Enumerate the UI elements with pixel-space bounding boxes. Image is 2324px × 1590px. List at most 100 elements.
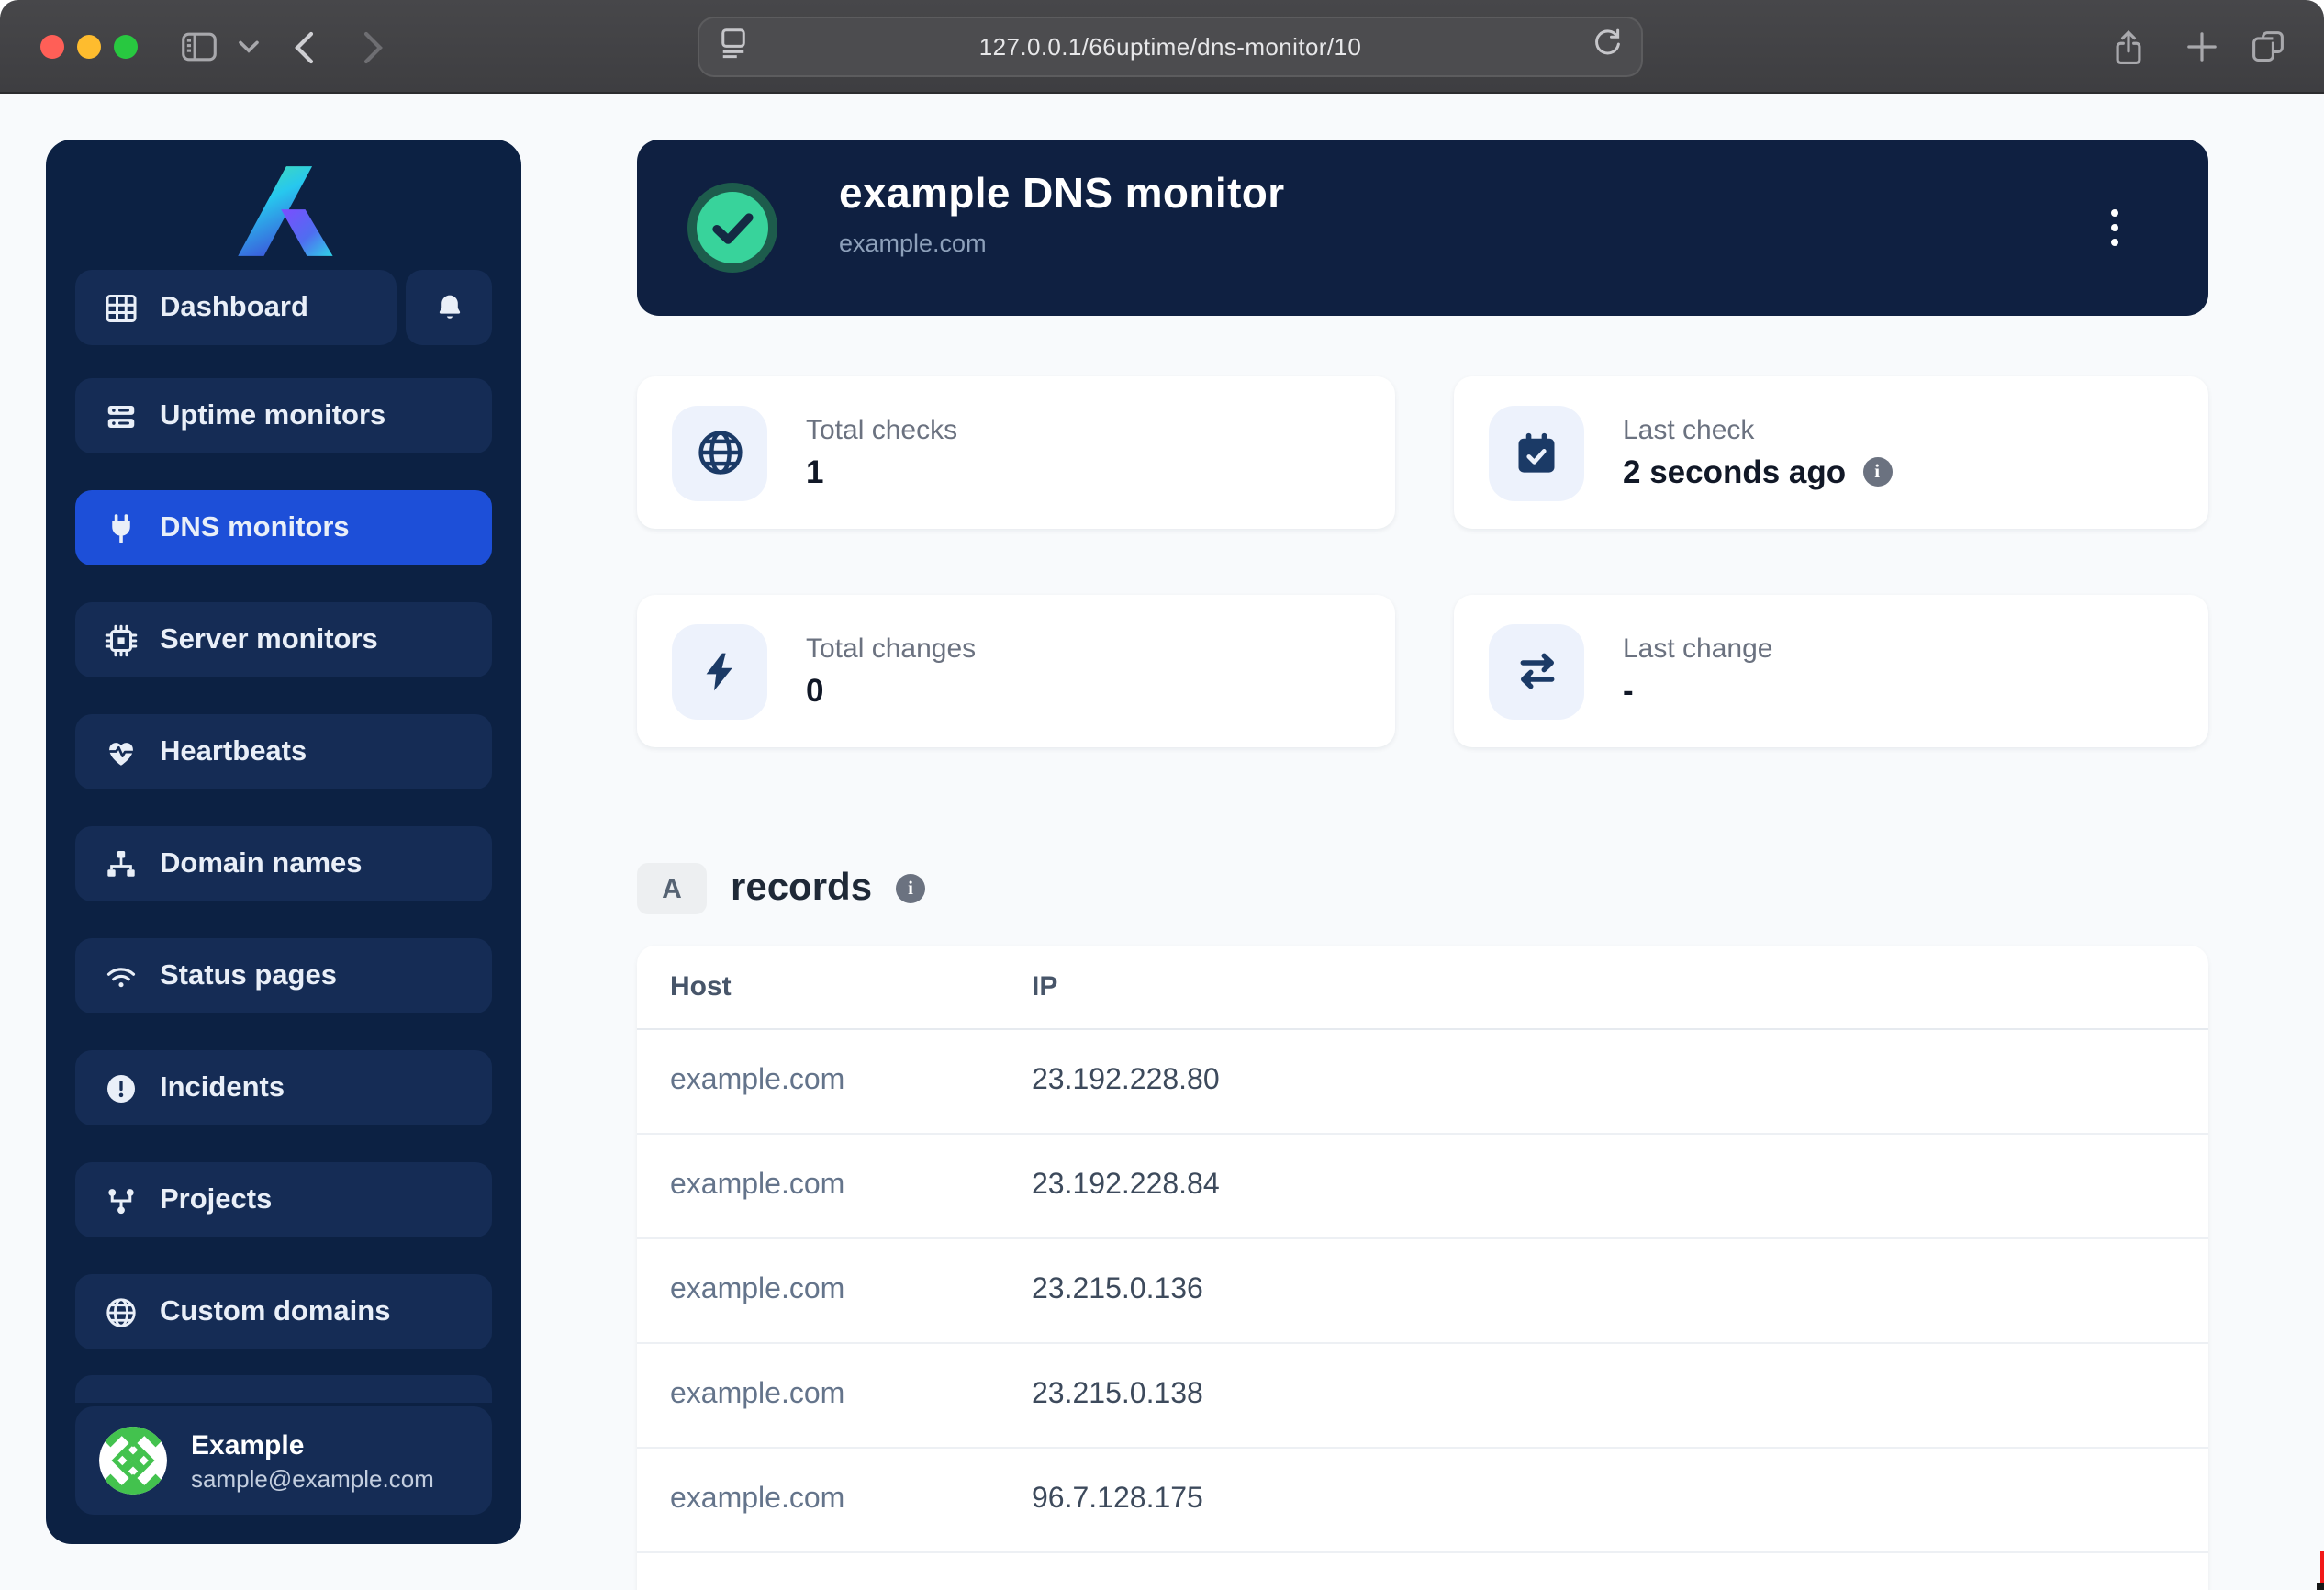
kebab-dot — [2111, 224, 2119, 232]
sidebar-item-dns-monitors[interactable]: DNS monitors — [75, 490, 492, 565]
app-logo — [46, 165, 521, 257]
sidebar-item-label: Custom domains — [160, 1295, 390, 1328]
column-header-host: Host — [637, 971, 1032, 1002]
record-type-badge: A — [637, 863, 707, 914]
sidebar-item-custom-domains[interactable]: Custom domains — [75, 1274, 492, 1349]
monitor-title: example DNS monitor — [839, 169, 1285, 218]
uptime-logo-icon — [227, 165, 341, 257]
stat-value: 0 — [806, 671, 823, 710]
header-menu-button[interactable] — [2095, 202, 2135, 253]
globe-icon — [105, 1295, 138, 1328]
forward-arrow-icon — [363, 30, 384, 63]
tab-overview-button[interactable] — [2251, 0, 2285, 94]
table-row: example.com 23.192.228.84 — [637, 1135, 2208, 1239]
share-icon — [2113, 28, 2144, 65]
info-icon[interactable]: i — [896, 874, 925, 903]
reload-button[interactable] — [1593, 28, 1621, 66]
status-up-icon — [687, 182, 778, 283]
share-nodes-icon — [105, 1183, 138, 1216]
main-content: example DNS monitor example.com Total ch… — [637, 140, 2208, 1590]
host-cell: example.com — [637, 1379, 1032, 1412]
page-settings-button[interactable] — [720, 27, 747, 67]
stat-label: Last change — [1623, 633, 1772, 664]
sidebar-item-label: Heartbeats — [160, 735, 307, 768]
sidebar-item-label: Uptime monitors — [160, 399, 385, 432]
avatar — [99, 1427, 167, 1495]
sidebar-item-label: Incidents — [160, 1071, 285, 1104]
sidebar-item-incidents[interactable]: Incidents — [75, 1050, 492, 1125]
reader-icon — [720, 27, 747, 58]
sidebar-item-projects[interactable]: Projects — [75, 1162, 492, 1237]
sidebar-item-label: Server monitors — [160, 623, 378, 656]
sidebar-item-label: DNS monitors — [160, 511, 350, 544]
sidebar-item-status-pages[interactable]: Status pages — [75, 938, 492, 1013]
sidebar: Dashboard Uptime — [46, 140, 521, 1544]
user-email: sample@example.com — [191, 1464, 434, 1492]
sidebar-item-dashboard[interactable]: Dashboard — [75, 270, 397, 345]
ip-cell: 23.192.228.80 — [1032, 1065, 2208, 1098]
sidebar-nav: Uptime monitors DNS monitors — [75, 378, 492, 1349]
stat-value: 1 — [806, 453, 823, 491]
sidebar-item-domain-names[interactable]: Domain names — [75, 826, 492, 901]
zoom-window-button[interactable] — [114, 35, 138, 59]
share-button[interactable] — [2113, 0, 2144, 94]
sidebar-item-uptime-monitors[interactable]: Uptime monitors — [75, 378, 492, 453]
sidebar-item-heartbeats[interactable]: Heartbeats — [75, 714, 492, 789]
screen-edge-artifact — [2320, 1551, 2324, 1583]
calendar-check-icon — [1489, 405, 1584, 500]
table-row: example.com 23.215.0.138 — [637, 1344, 2208, 1449]
window-controls — [40, 35, 138, 59]
table-row: example.com 23.215.0.136 — [637, 1239, 2208, 1344]
sidebar-item-partial[interactable] — [75, 1375, 492, 1403]
wifi-icon — [105, 959, 138, 992]
avatar-identicon — [99, 1427, 167, 1495]
forward-button[interactable] — [363, 0, 384, 94]
table-row: example.com 96.7.128.175 — [637, 1449, 2208, 1553]
minimize-window-button[interactable] — [77, 35, 101, 59]
host-cell: example.com — [637, 1484, 1032, 1517]
tabs-icon — [2251, 29, 2285, 64]
ip-cell: 23.215.0.136 — [1032, 1274, 2208, 1307]
table-row: example.com 23.192.228.80 — [637, 1030, 2208, 1135]
stat-card-last-check: Last check 2 seconds ago i — [1454, 376, 2208, 529]
stat-label: Total checks — [806, 414, 957, 445]
arrows-right-left-icon — [1489, 623, 1584, 719]
sitemap-icon — [105, 847, 138, 880]
cpu-icon — [105, 623, 138, 656]
stat-value: 2 seconds ago — [1623, 453, 1846, 491]
url-text[interactable]: 127.0.0.1/66uptime/dns-monitor/10 — [747, 33, 1593, 61]
host-cell: example.com — [637, 1170, 1032, 1203]
browser-titlebar: 127.0.0.1/66uptime/dns-monitor/10 — [0, 0, 2324, 94]
notifications-button[interactable] — [406, 270, 492, 345]
host-cell: example.com — [637, 1065, 1032, 1098]
host-cell: example.com — [637, 1274, 1032, 1307]
column-header-ip: IP — [1032, 971, 2208, 1002]
new-tab-button[interactable] — [2186, 0, 2218, 94]
sidebar-item-label: Projects — [160, 1183, 272, 1216]
exclamation-circle-icon — [105, 1071, 138, 1104]
kebab-dot — [2111, 239, 2119, 247]
records-table: Host IP example.com 23.192.228.80 exampl… — [637, 946, 2208, 1590]
ip-cell: 23.215.0.138 — [1032, 1379, 2208, 1412]
back-button[interactable] — [294, 0, 314, 94]
ip-cell: 96.7.128.175 — [1032, 1484, 2208, 1517]
screen-corner-artifact — [2317, 1583, 2324, 1590]
sidebar-item-label: Dashboard — [160, 291, 308, 324]
stats-grid: Total checks 1 Last check — [637, 376, 2208, 747]
server-stack-icon — [105, 399, 138, 432]
user-card[interactable]: Example sample@example.com — [75, 1406, 492, 1515]
tab-group-chevron-button[interactable] — [239, 0, 259, 94]
info-icon[interactable]: i — [1862, 457, 1892, 487]
stat-card-last-change: Last change - — [1454, 595, 2208, 747]
stat-label: Total changes — [806, 633, 976, 664]
stat-card-total-changes: Total changes 0 — [637, 595, 1395, 747]
sidebar-item-label: Domain names — [160, 847, 363, 880]
sidebar-item-server-monitors[interactable]: Server monitors — [75, 602, 492, 677]
bolt-icon — [672, 623, 767, 719]
address-bar[interactable]: 127.0.0.1/66uptime/dns-monitor/10 — [698, 17, 1643, 77]
sidebar-toggle-button[interactable] — [182, 0, 217, 94]
close-window-button[interactable] — [40, 35, 64, 59]
app-page: Dashboard Uptime — [0, 94, 2324, 1590]
ip-cell: 23.192.228.84 — [1032, 1170, 2208, 1203]
dashboard-grid-icon — [105, 291, 138, 324]
